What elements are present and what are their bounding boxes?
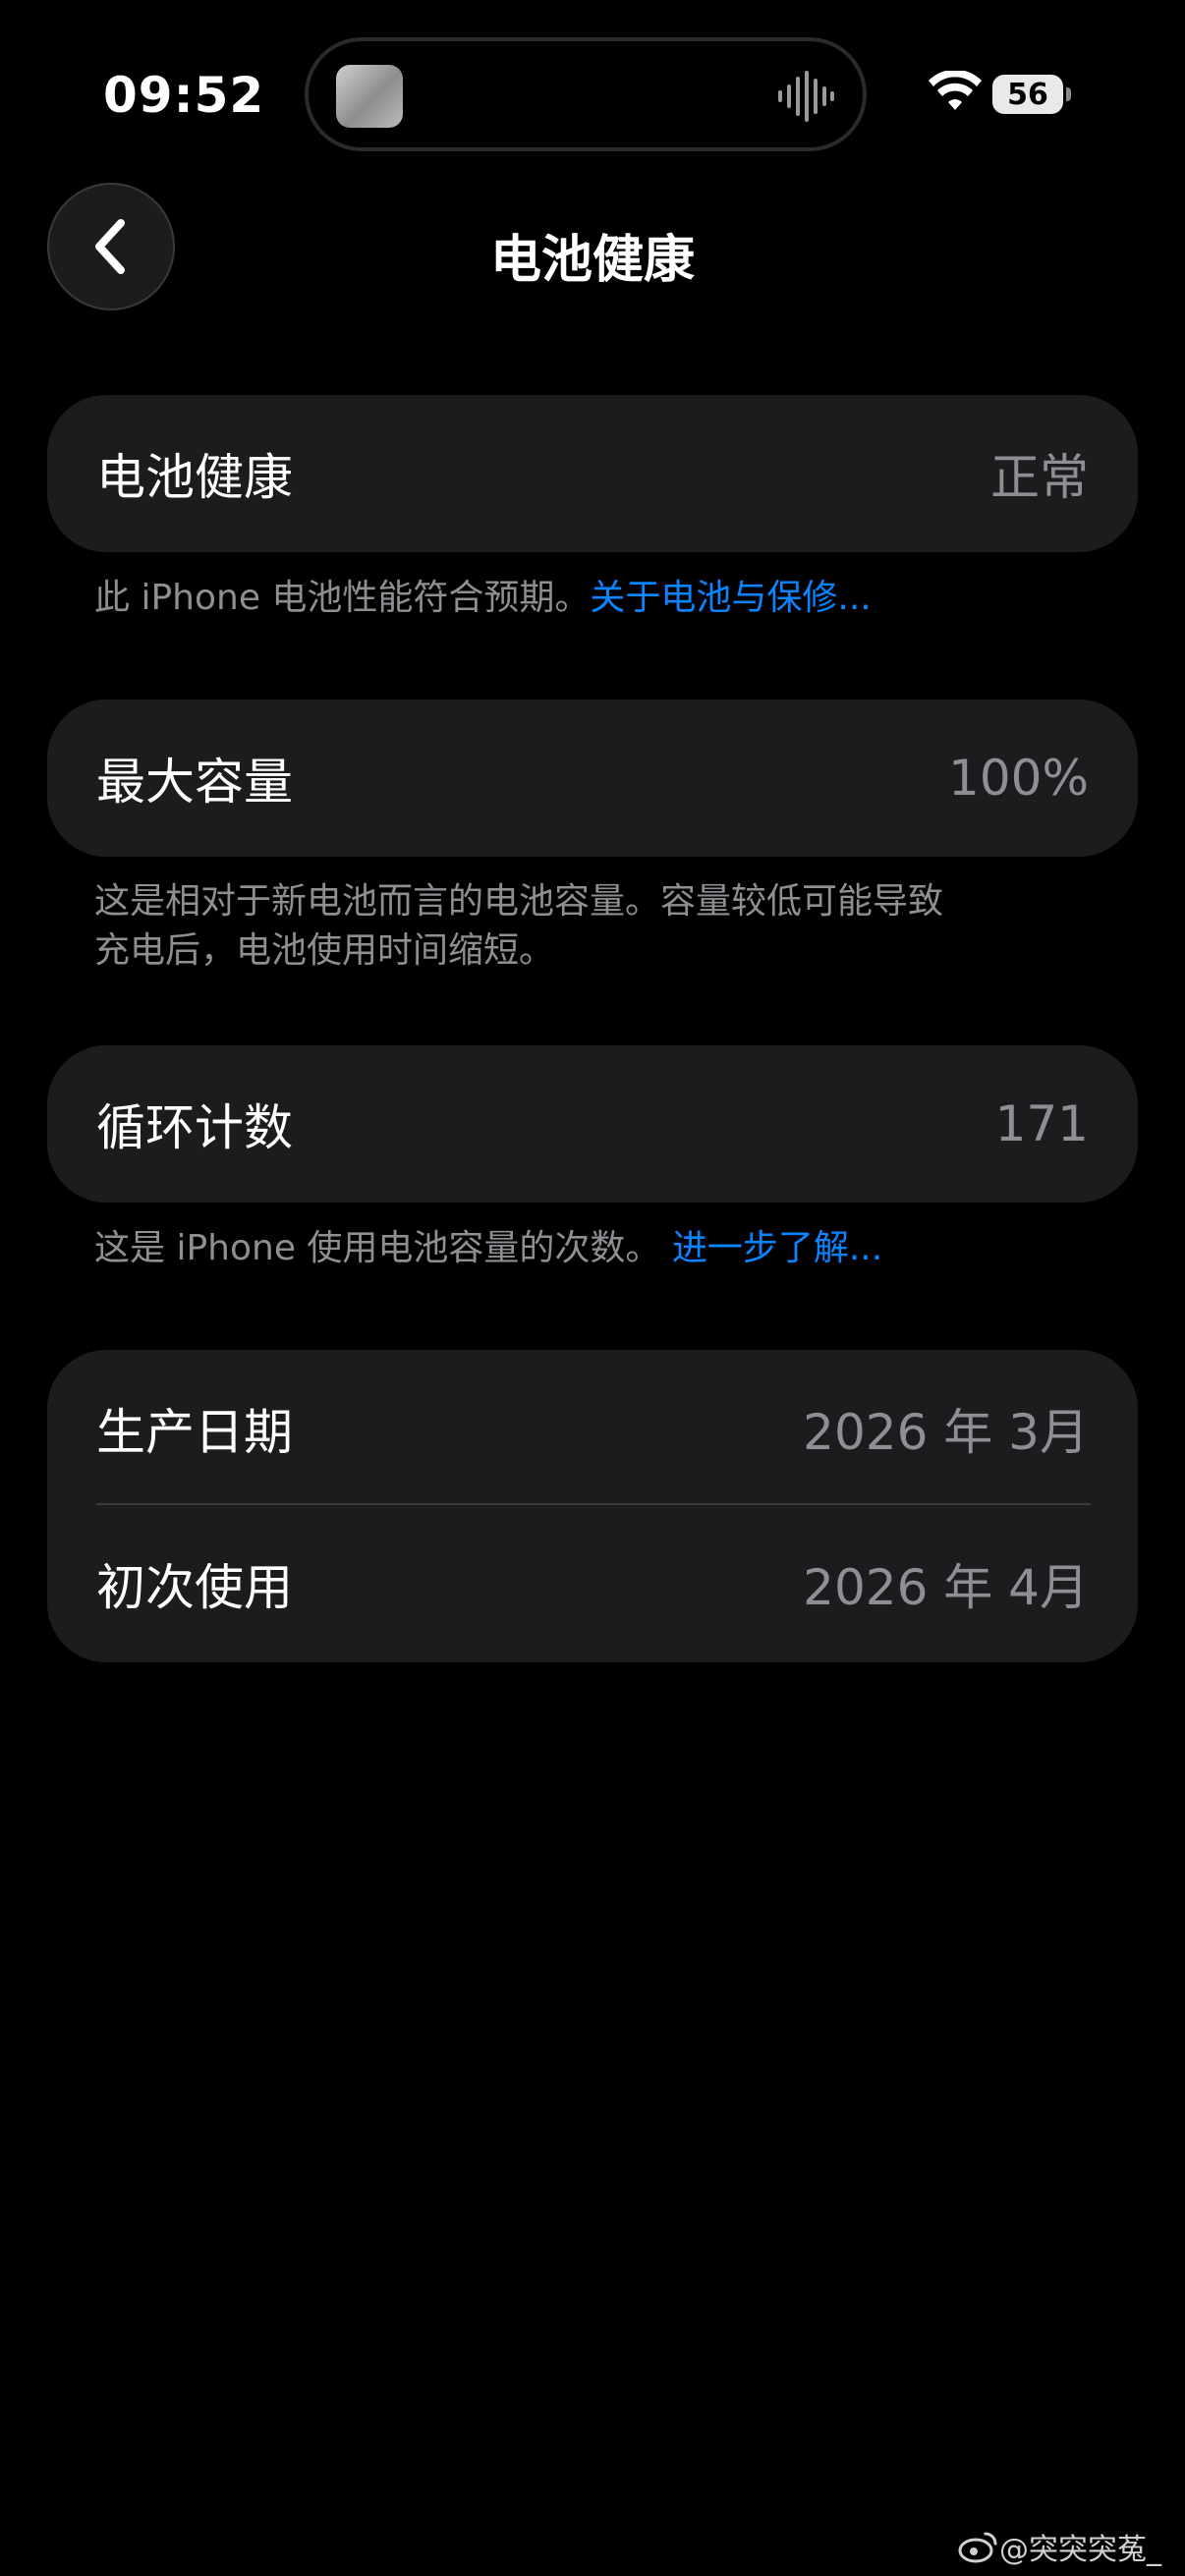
cycle-count-label: 循环计数 bbox=[96, 1099, 293, 1156]
battery-health-note-text: 此 iPhone 电池性能符合预期。 bbox=[94, 578, 591, 618]
page-title: 电池健康 bbox=[489, 231, 695, 290]
first-use-label: 初次使用 bbox=[96, 1559, 293, 1616]
cycle-count-card: 循环计数 171 bbox=[47, 1045, 1138, 1203]
first-use-row: 初次使用 2026 年 4月 bbox=[96, 1505, 1089, 1662]
dynamic-island[interactable] bbox=[305, 37, 867, 151]
watermark: @突突突菟_ bbox=[958, 2525, 1161, 2568]
battery-health-card: 电池健康 正常 bbox=[47, 395, 1138, 552]
cycle-count-note: 这是 iPhone 使用电池容量的次数。 进一步了解... bbox=[94, 1224, 1077, 1273]
battery-cap bbox=[1066, 87, 1071, 101]
manufacture-date-row: 生产日期 2026 年 3月 bbox=[96, 1350, 1089, 1507]
cycle-count-note-text: 这是 iPhone 使用电池容量的次数。 bbox=[94, 1228, 661, 1268]
battery-health-note: 此 iPhone 电池性能符合预期。关于电池与保修... bbox=[94, 574, 1077, 623]
weibo-logo-icon bbox=[958, 2532, 997, 2563]
watermark-text: @突突突菟_ bbox=[999, 2533, 1161, 2567]
max-capacity-label: 最大容量 bbox=[96, 754, 293, 811]
wifi-icon bbox=[929, 71, 982, 110]
battery-warranty-link[interactable]: 关于电池与保修... bbox=[590, 578, 871, 618]
battery-dates-card: 生产日期 2026 年 3月 初次使用 2026 年 4月 bbox=[47, 1350, 1138, 1662]
manufacture-date-label: 生产日期 bbox=[96, 1404, 293, 1461]
battery-level: 56 bbox=[1007, 77, 1048, 112]
manufacture-date-value: 2026 年 3月 bbox=[803, 1404, 1089, 1461]
max-capacity-note: 这是相对于新电池而言的电池容量。容量较低可能导致 充电后，电池使用时间缩短。 bbox=[94, 877, 1077, 976]
now-playing-thumbnail bbox=[336, 65, 403, 128]
battery-health-value: 正常 bbox=[990, 449, 1089, 506]
max-capacity-note-line-2: 充电后，电池使用时间缩短。 bbox=[94, 930, 555, 971]
cycle-count-value: 171 bbox=[994, 1095, 1089, 1152]
max-capacity-value: 100% bbox=[948, 750, 1089, 807]
battery-health-label: 电池健康 bbox=[96, 449, 293, 506]
battery-health-row: 电池健康 正常 bbox=[96, 395, 1089, 552]
status-time: 09:52 bbox=[103, 67, 265, 124]
max-capacity-note-line-1: 这是相对于新电池而言的电池容量。容量较低可能导致 bbox=[94, 881, 944, 922]
battery-icon: 56 bbox=[992, 75, 1063, 114]
learn-more-link[interactable]: 进一步了解... bbox=[672, 1228, 882, 1268]
max-capacity-card: 最大容量 100% bbox=[47, 700, 1138, 857]
max-capacity-row: 最大容量 100% bbox=[96, 700, 1089, 857]
cycle-count-row: 循环计数 171 bbox=[96, 1045, 1089, 1203]
first-use-value: 2026 年 4月 bbox=[803, 1559, 1089, 1616]
audio-waveform-icon bbox=[778, 71, 834, 122]
